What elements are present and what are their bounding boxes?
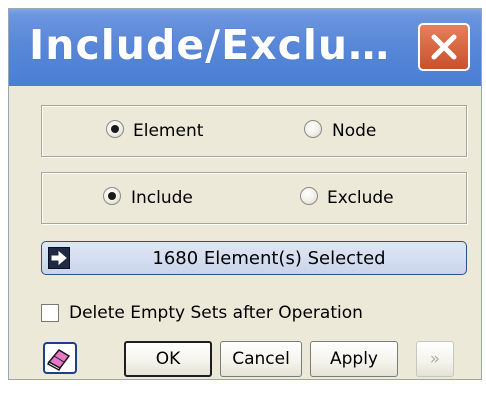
exclude-radio[interactable] — [300, 187, 318, 205]
include-radio[interactable] — [103, 187, 121, 205]
clear-selection-button[interactable] — [43, 342, 77, 374]
delete-empty-sets-checkbox[interactable] — [41, 304, 59, 322]
selection-button[interactable]: 1680 Element(s) Selected — [41, 241, 467, 275]
include-exclude-dialog: Include/Exclu… Element Node Include Excl… — [8, 8, 482, 380]
apply-button[interactable]: Apply — [310, 341, 398, 377]
more-button[interactable]: » — [416, 341, 454, 377]
selection-count-label: 1680 Element(s) Selected — [152, 248, 386, 269]
close-icon — [431, 34, 457, 60]
element-radio-label[interactable]: Element — [133, 120, 203, 142]
operation-mode-group: Include Exclude — [41, 172, 467, 224]
node-radio-label[interactable]: Node — [332, 120, 376, 142]
title-bar[interactable]: Include/Exclu… — [9, 9, 481, 86]
cancel-button[interactable]: Cancel — [220, 341, 302, 377]
eraser-icon — [47, 349, 71, 372]
element-radio[interactable] — [106, 120, 124, 138]
window-title: Include/Exclu… — [29, 21, 391, 69]
arrow-right-icon — [48, 247, 70, 269]
node-radio[interactable] — [304, 120, 322, 138]
exclude-radio-label[interactable]: Exclude — [327, 187, 394, 209]
include-radio-label[interactable]: Include — [131, 187, 193, 209]
entity-type-group: Element Node — [41, 105, 467, 157]
delete-empty-sets-label[interactable]: Delete Empty Sets after Operation — [69, 301, 363, 325]
close-button[interactable] — [418, 23, 470, 71]
ok-button[interactable]: OK — [124, 341, 212, 377]
